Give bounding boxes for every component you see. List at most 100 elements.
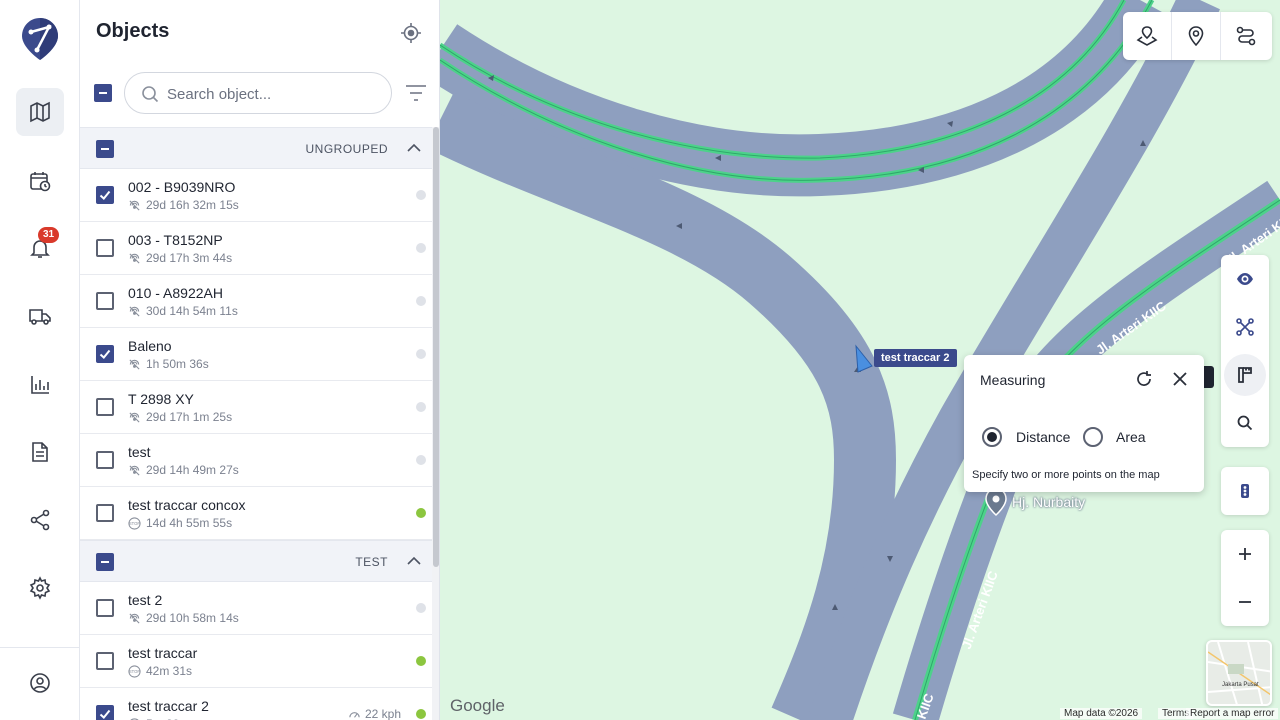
object-checkbox[interactable]	[96, 292, 114, 310]
object-checkbox[interactable]	[96, 705, 114, 720]
calendar-clock-icon	[30, 172, 51, 192]
object-name: test 2	[128, 592, 163, 608]
group-checkbox[interactable]	[96, 553, 114, 571]
gear-icon	[29, 576, 51, 600]
object-row[interactable]: test traccar STOP 42m 31s	[80, 635, 432, 688]
nav-vehicles[interactable]	[16, 292, 64, 340]
object-row[interactable]: Baleno 1h 50m 36s	[80, 328, 432, 381]
chevron-up-icon[interactable]	[406, 553, 422, 569]
object-duration: 29d 14h 49m 27s	[146, 463, 239, 477]
nav-account[interactable]	[16, 659, 64, 707]
measuring-hint: Specify two or more points on the map	[972, 469, 1160, 481]
zoom-in-button[interactable]	[1221, 530, 1269, 578]
list-scrollbar[interactable]	[432, 127, 439, 720]
object-name: 003 - T8152NP	[128, 232, 223, 248]
object-row[interactable]: test 2 29d 10h 58m 14s	[80, 582, 432, 635]
object-row[interactable]: 002 - B9039NRO 29d 16h 32m 15s	[80, 169, 432, 222]
object-checkbox[interactable]	[96, 504, 114, 522]
group-name: UNGROUPED	[305, 142, 388, 156]
no-signal-icon	[129, 411, 140, 423]
speed-value: 22 kph	[365, 707, 402, 720]
share-icon	[30, 509, 50, 531]
object-checkbox[interactable]	[96, 239, 114, 257]
minimap[interactable]: Jakarta Pusat	[1206, 640, 1272, 706]
distance-radio[interactable]	[982, 427, 1002, 447]
map-view[interactable]: Jl. Arteri KIIC Jl. Arteri KIIC Jl. Arte…	[440, 0, 1280, 720]
object-row[interactable]: test 29d 14h 49m 27s	[80, 434, 432, 487]
nav-share[interactable]	[16, 496, 64, 544]
objects-panel: Objects UNGROUPED 002 - B9039NRO 29d 16h 3…	[80, 0, 440, 720]
minus-icon	[101, 561, 109, 563]
zoom-out-button[interactable]	[1221, 578, 1269, 626]
no-signal-icon	[129, 464, 140, 476]
report-error-link[interactable]: Report a map error	[1186, 708, 1279, 719]
nav-documents[interactable]	[16, 428, 64, 476]
nav-rail: 31	[0, 0, 80, 720]
group-header[interactable]: TEST	[80, 540, 432, 582]
minus-icon	[1239, 601, 1251, 603]
geofence-button[interactable]	[1123, 12, 1172, 60]
stop-icon: STOP	[128, 516, 141, 530]
measure-button[interactable]	[1224, 354, 1266, 396]
object-checkbox[interactable]	[96, 398, 114, 416]
app-logo-icon[interactable]	[22, 18, 58, 60]
zoom-toolbar	[1221, 530, 1269, 626]
map-icon	[30, 101, 50, 123]
traffic-button[interactable]	[1221, 467, 1269, 515]
nav-settings[interactable]	[16, 564, 64, 612]
cluster-button[interactable]	[1221, 303, 1269, 351]
group-header[interactable]: UNGROUPED	[80, 127, 432, 169]
locate-icon[interactable]	[400, 22, 422, 44]
filter-icon[interactable]	[404, 82, 428, 104]
object-duration: 29d 17h 1m 25s	[146, 410, 233, 424]
traffic-light-icon	[1241, 484, 1249, 498]
nav-reports[interactable]	[16, 361, 64, 409]
object-checkbox[interactable]	[96, 451, 114, 469]
panel-title: Objects	[96, 20, 170, 42]
poi-pin-icon[interactable]	[984, 488, 1008, 516]
stop-icon: STOP	[128, 664, 141, 678]
visibility-button[interactable]	[1221, 255, 1269, 303]
map-side-toolbar	[1221, 255, 1269, 447]
nav-map[interactable]	[16, 88, 64, 136]
no-signal-icon	[129, 252, 140, 264]
area-radio[interactable]	[1083, 427, 1103, 447]
minimap-roads	[1208, 642, 1270, 704]
object-duration: 14d 4h 55m 55s	[146, 516, 233, 530]
select-all-checkbox[interactable]	[94, 84, 112, 102]
group-checkbox[interactable]	[96, 140, 114, 158]
object-name: test traccar 2	[128, 698, 209, 714]
object-row[interactable]: test traccar concox STOP 14d 4h 55m 55s	[80, 487, 432, 540]
status-dot	[416, 455, 426, 465]
object-duration: 1h 50m 36s	[146, 357, 209, 371]
scrollbar-thumb[interactable]	[433, 127, 439, 567]
close-icon[interactable]	[1170, 369, 1190, 389]
routes-button[interactable]	[1221, 12, 1270, 60]
object-status: 29d 10h 58m 14s	[128, 611, 239, 625]
object-checkbox[interactable]	[96, 652, 114, 670]
object-checkbox[interactable]	[96, 599, 114, 617]
object-duration: 29d 16h 32m 15s	[146, 198, 239, 212]
layers-pin-icon	[1136, 26, 1158, 46]
object-row[interactable]: T 2898 XY 29d 17h 1m 25s	[80, 381, 432, 434]
object-checkbox[interactable]	[96, 186, 114, 204]
refresh-icon[interactable]	[1134, 369, 1154, 389]
object-checkbox[interactable]	[96, 345, 114, 363]
group-name: TEST	[355, 555, 388, 569]
object-row[interactable]: 003 - T8152NP 29d 17h 3m 44s	[80, 222, 432, 275]
tracker-label[interactable]: test traccar 2	[874, 349, 957, 367]
object-row[interactable]: test traccar 25m 20s22 kph	[80, 688, 432, 720]
status-dot	[416, 190, 426, 200]
chevron-up-icon[interactable]	[406, 140, 422, 156]
object-row[interactable]: 010 - A8922AH 30d 14h 54m 11s	[80, 275, 432, 328]
eye-icon	[1237, 273, 1253, 285]
map-data-attribution: Map data ©2026	[1060, 708, 1143, 719]
search-icon	[1237, 415, 1253, 431]
nav-history[interactable]	[16, 157, 64, 205]
status-dot	[416, 296, 426, 306]
map-search-button[interactable]	[1221, 399, 1269, 447]
object-status: 29d 17h 3m 44s	[128, 251, 232, 265]
poi-button[interactable]	[1172, 12, 1221, 60]
minus-icon	[99, 92, 107, 94]
search-input[interactable]	[167, 83, 377, 105]
